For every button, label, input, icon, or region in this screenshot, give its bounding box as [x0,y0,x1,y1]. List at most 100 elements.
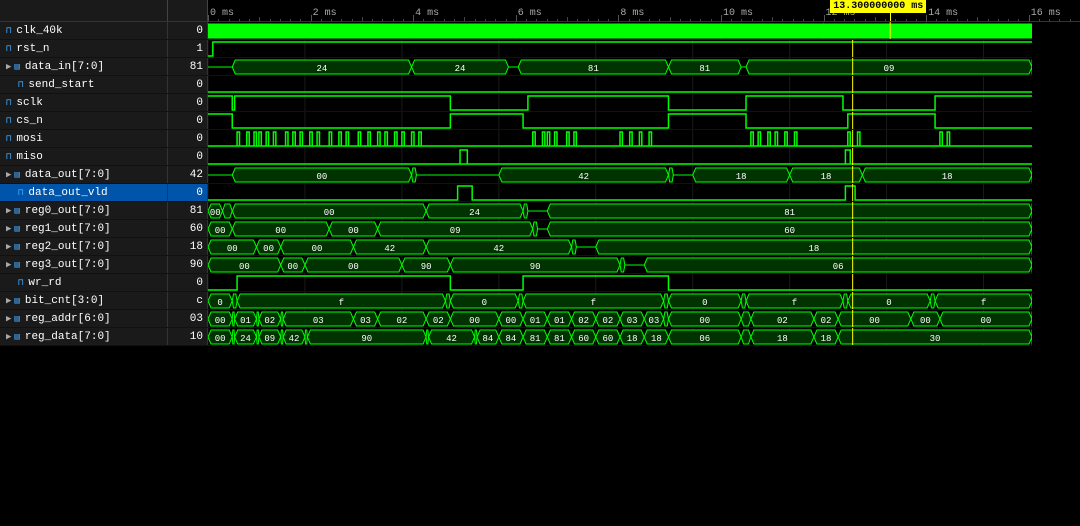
bus-icon: ▤ [14,62,19,72]
svg-text:60: 60 [784,226,795,236]
waveform-cell: 2424818109 [208,58,1032,75]
signal-name-cell[interactable]: ⊓mosi [0,130,168,147]
expand-icon[interactable]: ▶ [6,296,11,306]
timeline-marker: 0 ms [210,8,234,19]
svg-text:84: 84 [506,334,517,344]
signal-label: reg1_out[7:0] [25,223,111,235]
svg-text:0: 0 [886,298,891,308]
signal-name-cell[interactable]: ▶▤data_in[7:0] [0,58,168,75]
expand-icon[interactable]: ▶ [6,242,11,252]
signal-value-cell: 81 [168,58,208,75]
expand-icon[interactable]: ▶ [6,224,11,234]
timeline-header: 0 ms2 ms4 ms6 ms8 ms10 ms12 ms14 ms16 ms… [208,0,1080,21]
signal-row[interactable]: ▶▤reg_addr[6:0]0300010203030202000001010… [0,310,1032,328]
timeline-marker: 16 ms [1031,8,1061,19]
signal-value-cell: 42 [168,166,208,183]
svg-text:00: 00 [227,244,238,254]
signal-label: reg0_out[7:0] [25,205,111,217]
waveform-cell [208,148,1032,165]
svg-text:90: 90 [421,262,432,272]
svg-text:06: 06 [699,334,710,344]
signal-row[interactable]: ⊓send_start0 [0,76,1032,94]
signal-row[interactable]: ⊓data_out_vld0 [0,184,1032,202]
signal-row[interactable]: ▶▤data_out[7:0]420042181818 [0,166,1032,184]
signal-row[interactable]: ▶▤reg3_out[7:0]90000000909006 [0,256,1032,274]
signal-row[interactable]: ⊓cs_n0 [0,112,1032,130]
bit-icon: ⊓ [6,98,11,108]
signal-name-cell[interactable]: ⊓send_start [0,76,168,93]
waveform-cell: 0f0f0f0f [208,292,1032,309]
svg-text:02: 02 [264,316,275,326]
signal-row[interactable]: ▶▤reg2_out[7:0]18000000424218 [0,238,1032,256]
signal-name-cell[interactable]: ▶▤bit_cnt[3:0] [0,292,168,309]
svg-text:03: 03 [649,316,660,326]
svg-text:24: 24 [316,64,327,74]
expand-icon[interactable]: ▶ [6,170,11,180]
bit-icon: ⊓ [18,80,23,90]
waveform-cell: 000000424218 [208,238,1032,255]
signal-value-cell: 0 [168,274,208,291]
signal-name-cell[interactable]: ▶▤reg3_out[7:0] [0,256,168,273]
expand-icon[interactable]: ▶ [6,62,11,72]
expand-icon[interactable]: ▶ [6,260,11,270]
signal-name-cell[interactable]: ⊓rst_n [0,40,168,57]
svg-text:f: f [981,298,986,308]
signal-name-cell[interactable]: ⊓wr_rd [0,274,168,291]
waveform-cell [208,130,1032,147]
svg-text:18: 18 [627,334,638,344]
signal-row[interactable]: ▶▤reg_data[7:0]1000240942904284848181606… [0,328,1032,346]
signal-name-cell[interactable]: ⊓miso [0,148,168,165]
svg-text:24: 24 [240,334,251,344]
svg-text:01: 01 [530,316,541,326]
signal-value-cell: 0 [168,76,208,93]
signal-name-cell[interactable]: ▶▤reg_data[7:0] [0,328,168,345]
signal-value-cell: 0 [168,22,208,39]
signal-name-cell[interactable]: ⊓data_out_vld [0,184,168,201]
signal-row[interactable]: ⊓rst_n1 [0,40,1032,58]
signal-name-cell[interactable]: ▶▤data_out[7:0] [0,166,168,183]
expand-icon[interactable]: ▶ [6,206,11,216]
cursor-label: 13.300000000 ms [830,0,926,13]
signal-name-cell[interactable]: ▶▤reg0_out[7:0] [0,202,168,219]
signal-name-cell[interactable]: ⊓sclk [0,94,168,111]
signal-name-cell[interactable]: ⊓clk_40k [0,22,168,39]
signal-label: mosi [16,133,42,145]
main-content: ⊓clk_40k0⊓rst_n1▶▤data_in[7:0]8124248181… [0,22,1080,526]
svg-text:18: 18 [942,172,953,182]
signal-name-cell[interactable]: ▶▤reg2_out[7:0] [0,238,168,255]
timeline-marker: 10 ms [723,8,753,19]
waveform-cell [208,22,1032,39]
signal-row[interactable]: ⊓sclk0 [0,94,1032,112]
svg-text:42: 42 [384,244,395,254]
signal-row[interactable]: ⊓wr_rd0 [0,274,1032,292]
bus-icon: ▤ [14,332,19,342]
svg-text:81: 81 [554,334,565,344]
timeline-marker: 6 ms [518,8,542,19]
svg-text:81: 81 [588,64,599,74]
signal-row[interactable]: ▶▤bit_cnt[3:0]c0f0f0f0f [0,292,1032,310]
signal-row[interactable]: ▶▤reg0_out[7:0]8100002481 [0,202,1032,220]
svg-text:09: 09 [264,334,275,344]
signal-label: reg3_out[7:0] [25,259,111,271]
signal-row[interactable]: ⊓clk_40k0 [0,22,1032,40]
signal-row[interactable]: ⊓mosi0 [0,130,1032,148]
svg-text:09: 09 [884,64,895,74]
expand-icon[interactable]: ▶ [6,314,11,324]
signal-name-cell[interactable]: ▶▤reg_addr[6:0] [0,310,168,327]
svg-text:00: 00 [263,244,274,254]
signal-value-cell: 0 [168,184,208,201]
expand-icon[interactable]: ▶ [6,332,11,342]
svg-text:84: 84 [483,334,494,344]
waveform-cell: 00002481 [208,202,1032,219]
svg-text:24: 24 [455,64,466,74]
signal-value-cell: c [168,292,208,309]
signal-row[interactable]: ⊓miso0 [0,148,1032,166]
bus-icon: ▤ [14,224,19,234]
bit-icon: ⊓ [18,188,23,198]
signal-name-cell[interactable]: ▶▤ reg1_out[7:0] [0,220,168,237]
svg-text:00: 00 [316,172,327,182]
signal-row[interactable]: ▶▤data_in[7:0]812424818109 [0,58,1032,76]
signal-row[interactable]: ▶▤reg1_out[7:0]600000000960 [0,220,1032,238]
svg-text:01: 01 [554,316,565,326]
signal-name-cell[interactable]: ⊓cs_n [0,112,168,129]
